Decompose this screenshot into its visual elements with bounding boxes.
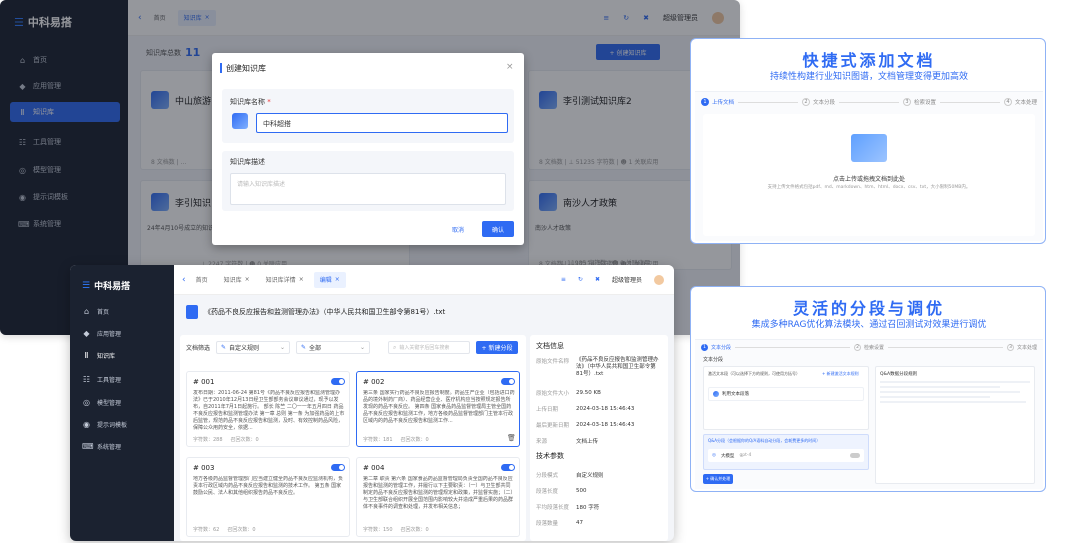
tab-kb-detail[interactable]: 知识库详情 × xyxy=(260,272,310,288)
cancel-button[interactable]: 取消 xyxy=(442,221,474,237)
model-icon: ◎ xyxy=(83,398,90,407)
sidebar: ☰ 中科易搭 ⌂ 首页 ◆ 应用管理 Ⅱ 知识库 ☷ 工具管理 ◎ 模型管理 ◉ 提示词模板… xyxy=(70,265,174,541)
back-icon[interactable]: ‹ xyxy=(182,275,186,285)
desc-label: 知识库描述 xyxy=(230,158,265,166)
refresh-icon[interactable]: ↻ xyxy=(578,276,583,283)
apps-icon: ◆ xyxy=(83,329,90,338)
add-segment-button[interactable]: + 新建分段 xyxy=(476,341,519,354)
tools-icon: ☷ xyxy=(82,375,91,384)
model-icon: ◎ xyxy=(712,453,716,458)
segment-toggle[interactable] xyxy=(501,464,515,471)
sidebar-item-home[interactable]: ⌂ 首页 xyxy=(82,307,109,316)
doc-info-panel: 文档信息 原始文件名称 《药品不良反应报告和监测管理办法》（中华人民共和国卫生部令… xyxy=(530,335,668,541)
sidebar-item-tools[interactable]: ☷ 工具管理 xyxy=(82,375,121,384)
close-icon[interactable]: × xyxy=(335,276,340,283)
step-segment: 2 文本分段 xyxy=(802,98,835,106)
doc-tabbar: ‹ 首页 知识库 × 知识库详情 × 编辑 × ≡ ↻ ✖ 超级管理员 xyxy=(174,265,674,295)
filter-select[interactable]: ✎ 自定义规则 ⌄ xyxy=(216,341,291,354)
brand-logo: ☰ 中科易搭 xyxy=(82,280,131,293)
kb-icon xyxy=(232,113,248,129)
tab-edit[interactable]: 编辑 × xyxy=(313,271,346,288)
qa-box: Q&A分段（会根据你的Q/A语料自动分段，会耗费更多的时间） ◎ 大模型 gpt-4 xyxy=(703,434,869,470)
sidebar-item-models[interactable]: ◎ 模型管理 xyxy=(82,398,121,407)
create-kb-modal: 创建知识库 × 知识库名称 * 中科超搭 知识库描述 请输入知识库描述 取消 确… xyxy=(212,53,524,245)
chevron-down-icon: ⌄ xyxy=(359,344,366,351)
doc-title: 《药品不良反应报告和监测管理办法》（中华人民共和国卫生部令第81号）.txt xyxy=(204,308,446,316)
segment-card[interactable]: # 002 第三条 国家实行药品不良反应报告制度。药品生产企业（包括进口药品的境… xyxy=(356,371,520,447)
chevron-down-icon: ⌄ xyxy=(279,344,286,351)
brand-mark-icon: ☰ xyxy=(82,280,91,291)
sidebar-item-knowledge[interactable]: Ⅱ 知识库 xyxy=(82,351,115,360)
step-process: 3 文本处理 xyxy=(1007,344,1037,351)
fullscreen-icon[interactable]: ✖ xyxy=(595,276,600,283)
confirm-process-button[interactable]: + 确认并处理 xyxy=(703,474,733,484)
search-icon: ⌕ xyxy=(393,343,397,351)
panel-subtitle: 持续性构建行业知识图谱，文档管理变得更加高效 xyxy=(769,72,968,82)
feature-panel-upload: 快捷式添加文档 持续性构建行业知识图谱，文档管理变得更加高效 1 上传文档 2 文本… xyxy=(690,38,1046,244)
close-icon[interactable]: × xyxy=(245,276,250,283)
close-icon[interactable]: × xyxy=(506,62,514,72)
panel-title: 快捷式添加文档 xyxy=(802,51,936,70)
desc-textarea[interactable]: 请输入知识库描述 xyxy=(230,173,506,205)
step-retrieval: 2 检索设置 xyxy=(854,344,884,351)
name-label: 知识库名称 * xyxy=(230,98,271,106)
segment-toggle[interactable] xyxy=(331,464,345,471)
qa-toggle[interactable] xyxy=(850,453,860,458)
add-rule-button[interactable]: + 新建激活文本规则 xyxy=(822,371,859,377)
knowledge-icon: Ⅱ xyxy=(84,351,89,360)
status-select[interactable]: ✎ 全部 ⌄ xyxy=(296,341,371,354)
segment-card[interactable]: # 003 地方各级药品监督管理部门应当建立健全药品不良反应监测机构，负责本行政… xyxy=(186,457,350,537)
sidebar-item-apps[interactable]: ◆ 应用管理 xyxy=(82,329,121,338)
panel-subtitle: 集成多种RAG优化算法模块、通过召回测试对效果进行调优 xyxy=(751,320,987,330)
search-input[interactable]: ⌕ 输入关键字后回车搜索 xyxy=(388,341,471,354)
panel-title: 灵活的分段与调优 xyxy=(792,299,945,318)
segment-rules-box: 激活文本段（可以选择下方的规则，可使用方括号） + 新建激活文本规则 利用文本段… xyxy=(703,366,869,430)
doc-file-icon xyxy=(186,305,198,319)
prompt-icon: ◉ xyxy=(83,420,90,429)
trash-icon[interactable]: 🗑 xyxy=(507,434,516,442)
close-icon[interactable]: × xyxy=(299,276,304,283)
system-icon: ⌨ xyxy=(82,442,94,451)
sidebar-item-prompts[interactable]: ◉ 提示词模板 xyxy=(82,420,127,429)
rule-item[interactable]: 利用文本段落 xyxy=(708,387,864,401)
avatar[interactable] xyxy=(654,274,664,285)
folder-icon xyxy=(851,134,887,162)
step-process: 4 文本处理 xyxy=(1004,98,1037,106)
menu-icon[interactable]: ≡ xyxy=(561,276,566,283)
stepper: 1 文本分段 2 检索设置 3 文本处理 xyxy=(701,344,1037,351)
segment-toggle[interactable] xyxy=(331,378,345,385)
rule-icon xyxy=(713,391,719,397)
name-input[interactable]: 中科超搭 xyxy=(256,113,508,133)
qa-preview-box: Q&A数据分段规则 xyxy=(875,366,1035,484)
modal-title: 创建知识库 xyxy=(226,64,266,73)
step-retrieval: 3 检索设置 xyxy=(903,98,936,106)
home-icon: ⌂ xyxy=(83,307,90,316)
step-upload: 1 上传文档 xyxy=(701,98,734,106)
segment-toggle[interactable] xyxy=(501,378,515,385)
segments-panel: 文档筛选 ✎ 自定义规则 ⌄ ✎ 全部 ⌄ ⌕ 输入关键字后回车搜索 + 新建分段 # 0… xyxy=(180,335,526,541)
tab-home[interactable]: 首页 xyxy=(190,272,214,288)
confirm-button[interactable]: 确认 xyxy=(482,221,514,237)
segment-card[interactable]: # 001 发布日期：2011-06-24 第81号《药品不良反应报告和监测管理… xyxy=(186,371,350,447)
sidebar-item-system[interactable]: ⌨ 系统管理 xyxy=(82,442,121,451)
feature-panel-segment: 灵活的分段与调优 集成多种RAG优化算法模块、通过召回测试对效果进行调优 1 文本… xyxy=(690,286,1046,492)
qa-model-select[interactable]: ◎ 大模型 gpt-4 xyxy=(708,449,864,462)
step-segment: 1 文本分段 xyxy=(701,344,731,351)
stepper: 1 上传文档 2 文本分段 3 检索设置 4 文本处理 xyxy=(701,98,1037,106)
upload-dropzone[interactable]: 点击上传或拖拽文档到此处 支持上传文件格式包括pdf、md、markdown、h… xyxy=(703,114,1035,236)
segment-card[interactable]: # 004 第二章 职责 第六条 国家食品药品监督管理局负责全国药品不良反应报告… xyxy=(356,457,520,537)
tab-knowledge[interactable]: 知识库 × xyxy=(218,272,256,288)
doc-editor-window: ☰ 中科易搭 ⌂ 首页 ◆ 应用管理 Ⅱ 知识库 ☷ 工具管理 ◎ 模型管理 ◉ 提示词模板… xyxy=(70,265,674,541)
